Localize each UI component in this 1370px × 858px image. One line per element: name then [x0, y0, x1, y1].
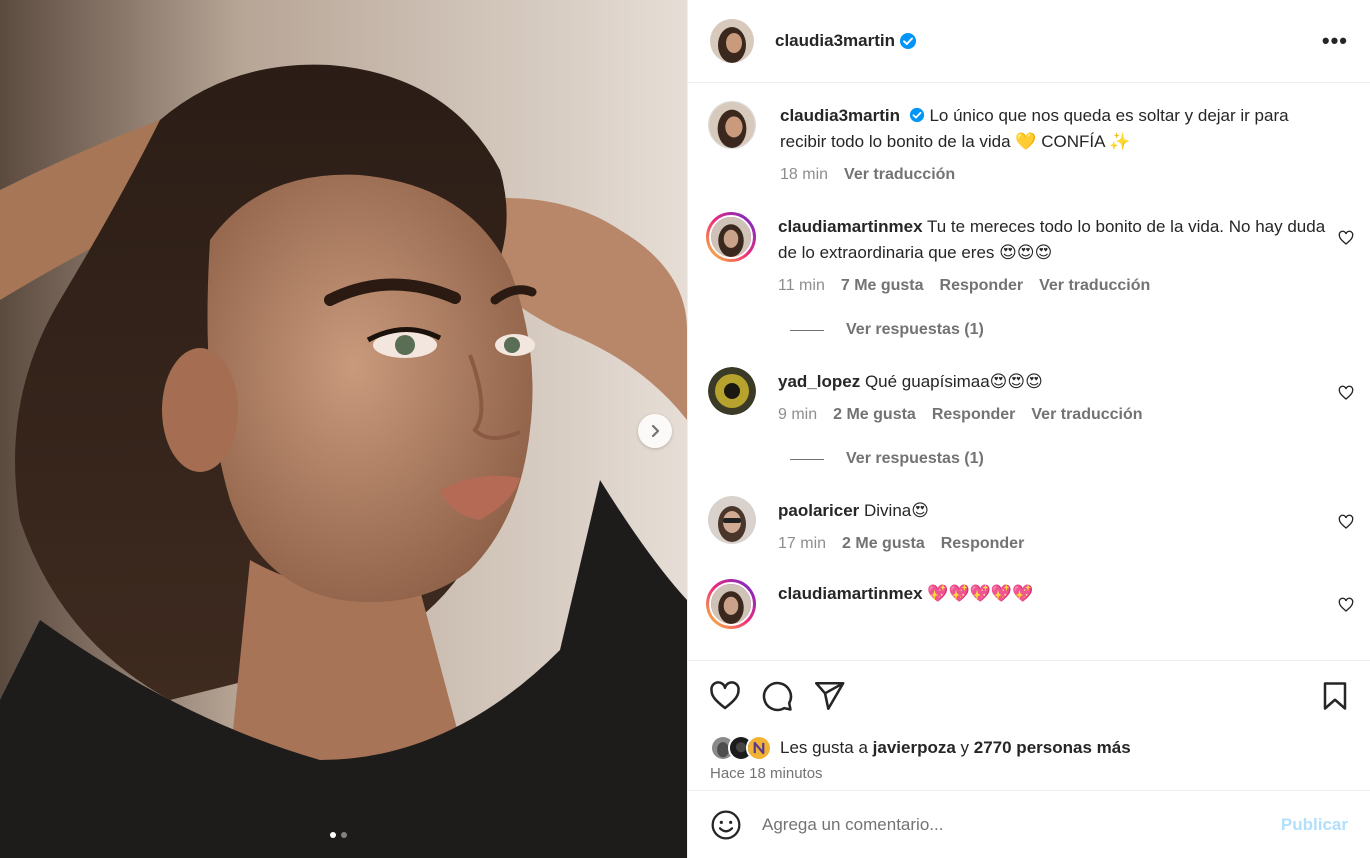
reply-button[interactable]: Responder [941, 531, 1025, 557]
bookmark-icon[interactable] [1320, 680, 1350, 712]
reply-button[interactable]: Responder [932, 402, 1016, 428]
comments-list: claudia3martin Lo único que nos queda es… [688, 83, 1370, 660]
story-ring[interactable] [706, 212, 756, 262]
post-actions [688, 660, 1370, 730]
comment-body: paolaricer Divina😍 17 min 2 Me gusta Res… [778, 496, 1326, 557]
view-replies-label: Ver respuestas (1) [846, 450, 984, 467]
likes-summary: Les gusta a javierpoza y 2770 personas m… [688, 730, 1370, 766]
carousel-dot [341, 832, 347, 838]
story-ring[interactable] [706, 579, 756, 629]
divider [790, 458, 824, 460]
comment-item: yad_lopez Qué guapísimaa😍😍😍 9 min 2 Me g… [706, 367, 1370, 428]
heart-icon[interactable] [1338, 514, 1354, 530]
caption: claudia3martin Lo único que nos queda es… [706, 101, 1370, 188]
divider [790, 329, 824, 331]
post-header: claudia3martin ••• [688, 0, 1370, 83]
comment-username[interactable]: claudiamartinmex [778, 217, 923, 236]
translate-link[interactable]: Ver traducción [844, 162, 955, 188]
liker-avatars [710, 735, 772, 761]
avatar[interactable] [708, 101, 756, 149]
post-comment-button[interactable]: Publicar [1281, 815, 1348, 835]
comment-text: Qué guapísimaa😍😍😍 [864, 372, 1043, 391]
avatar[interactable] [708, 367, 756, 415]
caption-body: claudia3martin Lo único que nos queda es… [780, 101, 1326, 188]
carousel-indicator [330, 832, 347, 838]
post-view: claudia3martin ••• claudia3martin Lo úni… [0, 0, 1370, 858]
timestamp: 18 min [780, 166, 829, 183]
chevron-right-icon [651, 424, 660, 438]
view-replies-button[interactable]: Ver respuestas (1) [790, 450, 1370, 468]
comment-body: claudiamartinmex Tu te mereces todo lo b… [778, 212, 1326, 299]
comment-input[interactable] [762, 814, 1281, 835]
timestamp: 17 min [778, 535, 827, 552]
avatar [709, 582, 753, 626]
comment-text: Divina😍 [864, 501, 929, 520]
post-details-panel: claudia3martin ••• claudia3martin Lo úni… [687, 0, 1370, 858]
avatar[interactable] [708, 496, 756, 544]
translate-link[interactable]: Ver traducción [1031, 402, 1142, 428]
likes-text: Les gusta a javierpoza y 2770 personas m… [780, 738, 1131, 758]
comment-meta: 9 min 2 Me gusta Responder Ver traducció… [778, 402, 1326, 428]
avatar[interactable] [746, 735, 772, 761]
timestamp: 9 min [778, 406, 818, 423]
heart-icon[interactable] [1338, 385, 1354, 401]
add-comment-bar: Publicar [688, 790, 1370, 858]
emoji-icon[interactable] [710, 809, 742, 841]
author-username[interactable]: claudia3martin [775, 31, 895, 51]
comment-item: claudiamartinmex Tu te mereces todo lo b… [706, 212, 1370, 299]
heart-icon[interactable] [1338, 597, 1354, 613]
comment-text: 💖💖💖💖💖 [927, 584, 1034, 603]
reply-button[interactable]: Responder [940, 273, 1024, 299]
share-paper-plane-icon[interactable] [812, 679, 846, 713]
comment-item: claudiamartinmex 💖💖💖💖💖 [706, 579, 1370, 629]
comment-meta: 17 min 2 Me gusta Responder [778, 531, 1326, 557]
comment-bubble-icon[interactable] [760, 679, 794, 713]
post-timestamp[interactable]: Hace 18 minutos [688, 766, 1370, 790]
heart-icon[interactable] [1338, 230, 1354, 246]
like-count[interactable]: 2 Me gusta [833, 402, 916, 428]
like-count[interactable]: 7 Me gusta [841, 273, 924, 299]
caption-username[interactable]: claudia3martin [780, 106, 900, 125]
view-replies-button[interactable]: Ver respuestas (1) [790, 321, 1370, 339]
likes-prefix: Les gusta a [780, 738, 868, 757]
comment-username[interactable]: claudiamartinmex [778, 584, 923, 603]
timestamp: 11 min [778, 277, 825, 294]
next-slide-button[interactable] [638, 414, 672, 448]
carousel-dot-active [330, 832, 336, 838]
likes-conjunction: y [960, 738, 970, 757]
verified-badge-icon [909, 107, 924, 123]
comment-body: yad_lopez Qué guapísimaa😍😍😍 9 min 2 Me g… [778, 367, 1326, 428]
like-count[interactable]: 2 Me gusta [842, 531, 925, 557]
avatar[interactable] [710, 19, 754, 63]
view-replies-label: Ver respuestas (1) [846, 321, 984, 338]
comment-username[interactable]: paolaricer [778, 501, 859, 520]
like-button-heart-icon[interactable] [708, 679, 742, 713]
comment-meta: 11 min 7 Me gusta Responder Ver traducci… [778, 273, 1326, 299]
comment-item: paolaricer Divina😍 17 min 2 Me gusta Res… [706, 496, 1370, 557]
comment-body: claudiamartinmex 💖💖💖💖💖 [778, 579, 1326, 629]
likes-others[interactable]: 2770 personas más [974, 738, 1131, 757]
more-options-button[interactable]: ••• [1322, 28, 1348, 54]
post-media [0, 0, 687, 858]
translate-link[interactable]: Ver traducción [1039, 273, 1150, 299]
avatar [709, 215, 753, 259]
liker-username[interactable]: javierpoza [873, 738, 956, 757]
post-photo [0, 0, 687, 858]
comment-username[interactable]: yad_lopez [778, 372, 860, 391]
verified-badge-icon [900, 33, 916, 49]
caption-meta: 18 min Ver traducción [780, 162, 1326, 188]
